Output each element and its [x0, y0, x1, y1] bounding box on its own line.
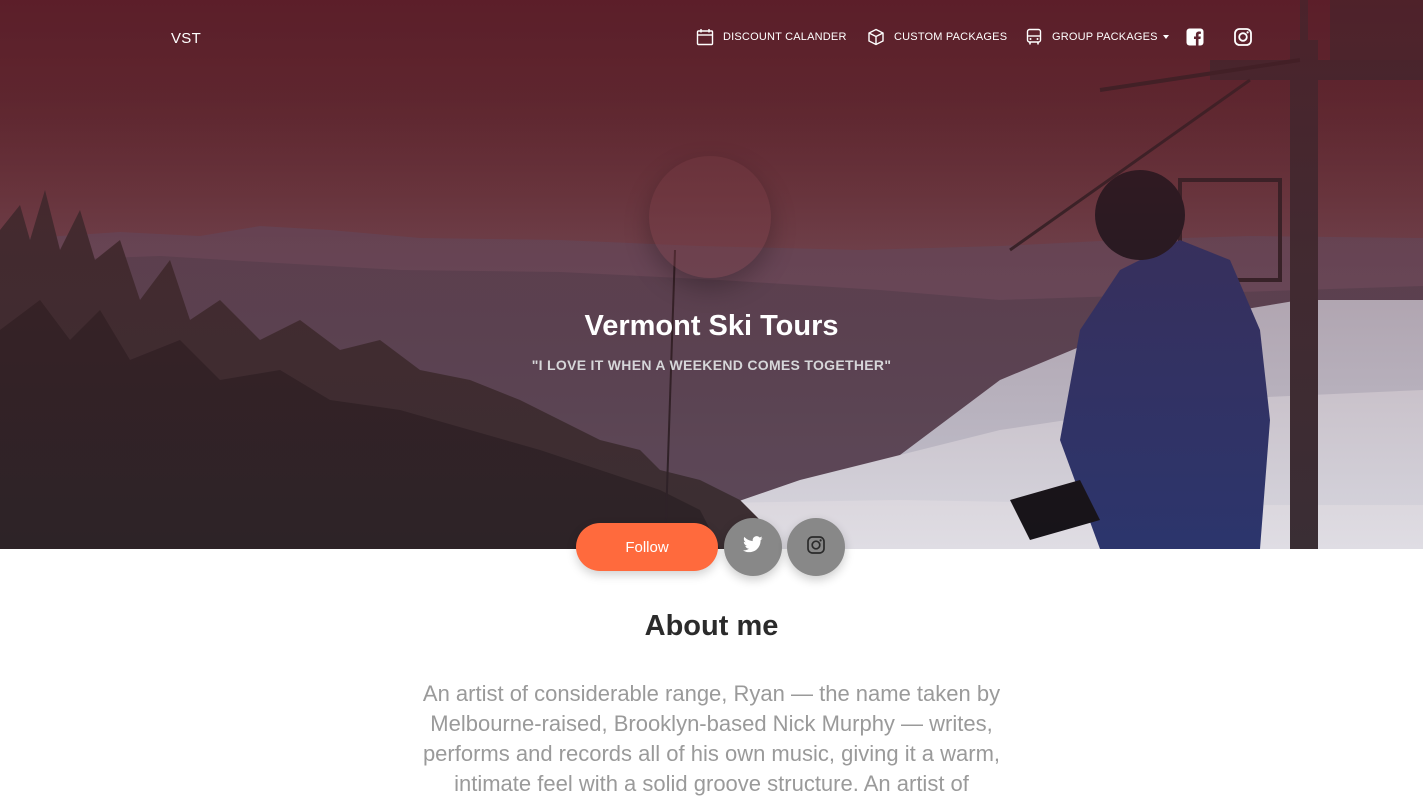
facebook-icon[interactable] [1186, 28, 1206, 48]
instagram-button[interactable] [787, 518, 845, 576]
brand-logo[interactable]: VST [171, 30, 201, 47]
nav-label: CUSTOM PACKAGES [894, 31, 1008, 43]
twitter-button[interactable] [724, 518, 782, 576]
navbar: VST DISCOUNT CALANDER CUSTOM PACKAGES GR… [0, 0, 1423, 78]
page-subtitle: "I LOVE IT WHEN A WEEKEND COMES TOGETHER… [531, 357, 892, 373]
nav-group-packages[interactable]: GROUP PACKAGES [1025, 28, 1169, 46]
chevron-down-icon [1162, 35, 1169, 39]
nav-label: DISCOUNT CALANDER [723, 31, 847, 43]
bus-icon [1025, 28, 1043, 46]
about-text: An artist of considerable range, Ryan — … [422, 681, 1001, 796]
follow-button[interactable]: Follow [576, 523, 718, 571]
package-icon [867, 28, 885, 46]
instagram-icon[interactable] [1234, 28, 1254, 48]
nav-custom-packages[interactable]: CUSTOM PACKAGES [867, 28, 1007, 46]
instagram-icon [807, 535, 825, 559]
nav-label: GROUP PACKAGES [1052, 31, 1158, 43]
about-heading: About me [644, 610, 779, 642]
calendar-icon [696, 28, 714, 46]
twitter-icon [743, 536, 763, 558]
nav-discount-calendar[interactable]: DISCOUNT CALANDER [696, 28, 847, 46]
avatar [649, 156, 771, 278]
page-title: Vermont Ski Tours [584, 310, 839, 342]
